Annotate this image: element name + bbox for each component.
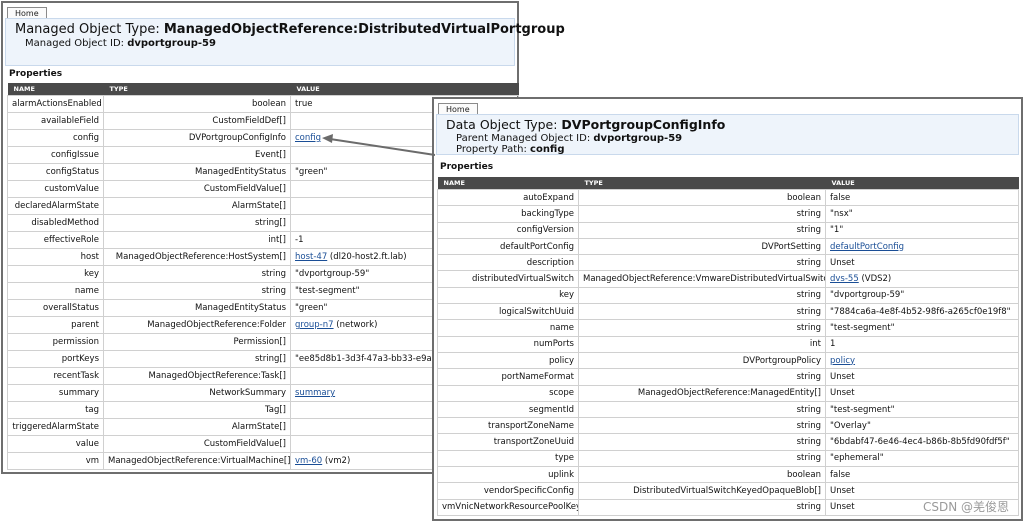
arrowhead bbox=[322, 134, 333, 143]
watermark: CSDN @羌俊恩 bbox=[922, 500, 1009, 514]
arrow-line bbox=[329, 138, 436, 156]
connector-arrow bbox=[322, 134, 436, 156]
